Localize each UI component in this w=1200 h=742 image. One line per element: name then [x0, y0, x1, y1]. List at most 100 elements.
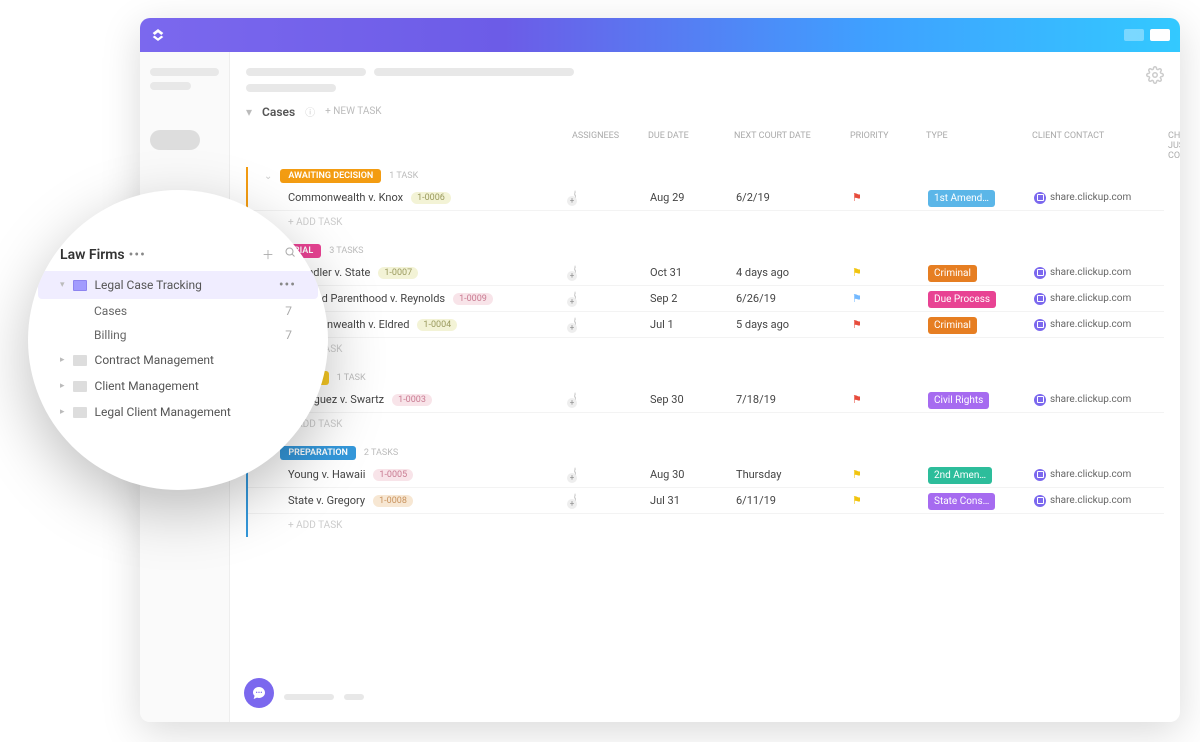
placeholder-bar — [344, 694, 364, 700]
type-pill[interactable]: 1st Amend… — [928, 190, 995, 207]
info-icon[interactable]: ⓘ — [305, 104, 315, 119]
type-pill[interactable]: Civil Rights — [928, 392, 989, 409]
settings-gear-icon[interactable] — [1146, 66, 1164, 84]
priority-flag-icon[interactable]: ⚑ — [852, 468, 862, 480]
col-next-court-date[interactable]: NEXT COURT DATE — [734, 131, 844, 161]
workspace-title[interactable]: Law Firms — [60, 247, 125, 263]
client-contact-link[interactable]: share.clickup.com — [1034, 469, 1164, 481]
type-pill[interactable]: Criminal — [928, 265, 977, 282]
col-due-date[interactable]: DUE DATE — [648, 131, 728, 161]
priority-flag-icon[interactable]: ⚑ — [852, 318, 862, 330]
col-assignees[interactable]: ASSIGNEES — [572, 131, 642, 161]
type-pill[interactable]: State Cons… — [928, 493, 995, 510]
assignee-add-icon[interactable] — [574, 265, 576, 280]
task-row[interactable]: State v. Gregory 1-0008 Jul 31 6/11/19 ⚑… — [248, 488, 1164, 514]
col-priority[interactable]: PRIORITY — [850, 131, 920, 161]
window-minimize-button[interactable] — [1124, 29, 1144, 41]
next-court-date[interactable]: Thursday — [736, 468, 846, 481]
due-date[interactable]: Jul 31 — [650, 494, 730, 507]
priority-flag-icon[interactable]: ⚑ — [852, 292, 862, 304]
due-date[interactable]: Sep 2 — [650, 292, 730, 305]
client-contact-link[interactable]: share.clickup.com — [1034, 293, 1164, 305]
next-court-date[interactable]: 5 days ago — [736, 318, 846, 331]
type-pill[interactable]: Due Process — [928, 291, 996, 308]
priority-flag-icon[interactable]: ⚑ — [852, 393, 862, 405]
due-date[interactable]: Aug 29 — [650, 191, 730, 204]
add-icon[interactable]: ＋ — [262, 246, 274, 263]
task-row[interactable]: Young v. Hawaii 1-0005 Aug 30 Thursday ⚑… — [248, 462, 1164, 488]
col-justice-contact[interactable]: CHIEF JUSTICE CONTACT — [1168, 131, 1180, 161]
type-pill[interactable]: Criminal — [928, 317, 977, 334]
task-groups: ⌄ AWAITING DECISION 1 TASK Commonwealth … — [246, 167, 1164, 537]
client-contact-link[interactable]: share.clickup.com — [1034, 267, 1164, 279]
add-task-button[interactable]: + ADD TASK — [248, 514, 1164, 537]
group-header[interactable]: ⌄ AWAITING DECISION 1 TASK — [248, 167, 1164, 185]
next-court-date[interactable]: 6/11/19 — [736, 494, 846, 507]
status-pill[interactable]: AWAITING DECISION — [280, 169, 381, 183]
new-task-button[interactable]: + NEW TASK — [325, 106, 381, 117]
type-pill[interactable]: 2nd Amen… — [928, 467, 992, 484]
assignee-add-icon[interactable] — [574, 291, 576, 306]
col-client-contact[interactable]: CLIENT CONTACT — [1032, 131, 1162, 161]
sidebar-item[interactable]: ▸ Client Management — [38, 373, 318, 399]
sub-item-label: Cases — [94, 304, 127, 318]
section-header: ▾ Cases ⓘ + NEW TASK — [246, 104, 1164, 119]
client-contact-link[interactable]: share.clickup.com — [1034, 394, 1164, 406]
priority-flag-icon[interactable]: ⚑ — [852, 494, 862, 506]
task-row[interactable]: Rodriguez v. Swartz 1-0003 Sep 30 7/18/1… — [248, 387, 1164, 413]
task-row[interactable]: Planned Parenthood v. Reynolds 1-0009 Se… — [248, 286, 1164, 312]
task-row[interactable]: Commonwealth v. Eldred 1-0004 Jul 1 5 da… — [248, 312, 1164, 338]
section-collapse-icon[interactable]: ▾ — [246, 105, 252, 119]
chevron-right-icon: ▸ — [60, 381, 65, 391]
sidebar-item[interactable]: ▾ Legal Case Tracking ••• — [38, 271, 318, 299]
workspace-menu-icon[interactable]: ••• — [129, 247, 146, 263]
assignee-add-icon[interactable] — [574, 317, 576, 332]
client-contact-link[interactable]: share.clickup.com — [1034, 192, 1164, 204]
priority-flag-icon[interactable]: ⚑ — [852, 266, 862, 278]
next-court-date[interactable]: 7/18/19 — [736, 393, 846, 406]
priority-flag-icon[interactable]: ⚑ — [852, 191, 862, 203]
task-group: ⌄ REVIEW 1 TASK Rodriguez v. Swartz 1-00… — [246, 369, 1164, 436]
status-pill[interactable]: PREPARATION — [280, 446, 356, 460]
add-task-button[interactable]: + ADD TASK — [248, 413, 1164, 436]
section-title: Cases — [262, 105, 295, 119]
col-type[interactable]: TYPE — [926, 131, 1026, 161]
folder-icon — [73, 381, 87, 392]
sidebar-item[interactable]: ▸ Contract Management — [38, 347, 318, 373]
next-court-date[interactable]: 4 days ago — [736, 266, 846, 279]
app-logo-icon — [150, 27, 166, 43]
next-court-date[interactable]: 6/26/19 — [736, 292, 846, 305]
assignee-add-icon[interactable] — [574, 493, 576, 508]
item-menu-icon[interactable]: ••• — [279, 277, 296, 293]
assignee-add-icon[interactable] — [574, 392, 576, 407]
assignee-add-icon[interactable] — [574, 467, 576, 482]
sub-item-count: 7 — [285, 328, 292, 342]
sidebar-magnifier: Law Firms ••• ＋ ▾ Legal Case Tracking ••… — [28, 190, 328, 490]
folder-icon — [73, 407, 87, 418]
chat-bubble-icon[interactable] — [244, 678, 274, 708]
task-row[interactable]: Commonwealth v. Knox 1-0006 Aug 29 6/2/1… — [248, 185, 1164, 211]
search-icon[interactable] — [284, 246, 296, 263]
due-date[interactable]: Aug 30 — [650, 468, 730, 481]
client-contact-link[interactable]: share.clickup.com — [1034, 495, 1164, 507]
task-row[interactable]: Chandler v. State 1-0007 Oct 31 4 days a… — [248, 260, 1164, 286]
next-court-date[interactable]: 6/2/19 — [736, 191, 846, 204]
sidebar-sub-item[interactable]: Cases 7 — [38, 299, 318, 323]
group-header[interactable]: ⌄ PREPARATION 2 TASKS — [248, 444, 1164, 462]
sidebar-sub-item[interactable]: Billing7 — [38, 323, 318, 347]
group-header[interactable]: ⌄ REVIEW 1 TASK — [248, 369, 1164, 387]
assignee-add-icon[interactable] — [574, 190, 576, 205]
due-date[interactable]: Jul 1 — [650, 318, 730, 331]
case-id-badge: 1-0006 — [411, 192, 451, 204]
add-task-button[interactable]: + ADD TASK — [248, 338, 1164, 361]
link-icon — [1034, 192, 1046, 204]
add-task-button[interactable]: + ADD TASK — [248, 211, 1164, 234]
sub-item-count: 7 — [285, 304, 292, 318]
window-maximize-button[interactable] — [1150, 29, 1170, 41]
due-date[interactable]: Oct 31 — [650, 266, 730, 279]
sidebar-item[interactable]: ▸ Legal Client Management — [38, 399, 318, 425]
case-id-badge: 1-0005 — [373, 469, 413, 481]
due-date[interactable]: Sep 30 — [650, 393, 730, 406]
client-contact-link[interactable]: share.clickup.com — [1034, 319, 1164, 331]
group-header[interactable]: ⌄ TRIAL 3 TASKS — [248, 242, 1164, 260]
